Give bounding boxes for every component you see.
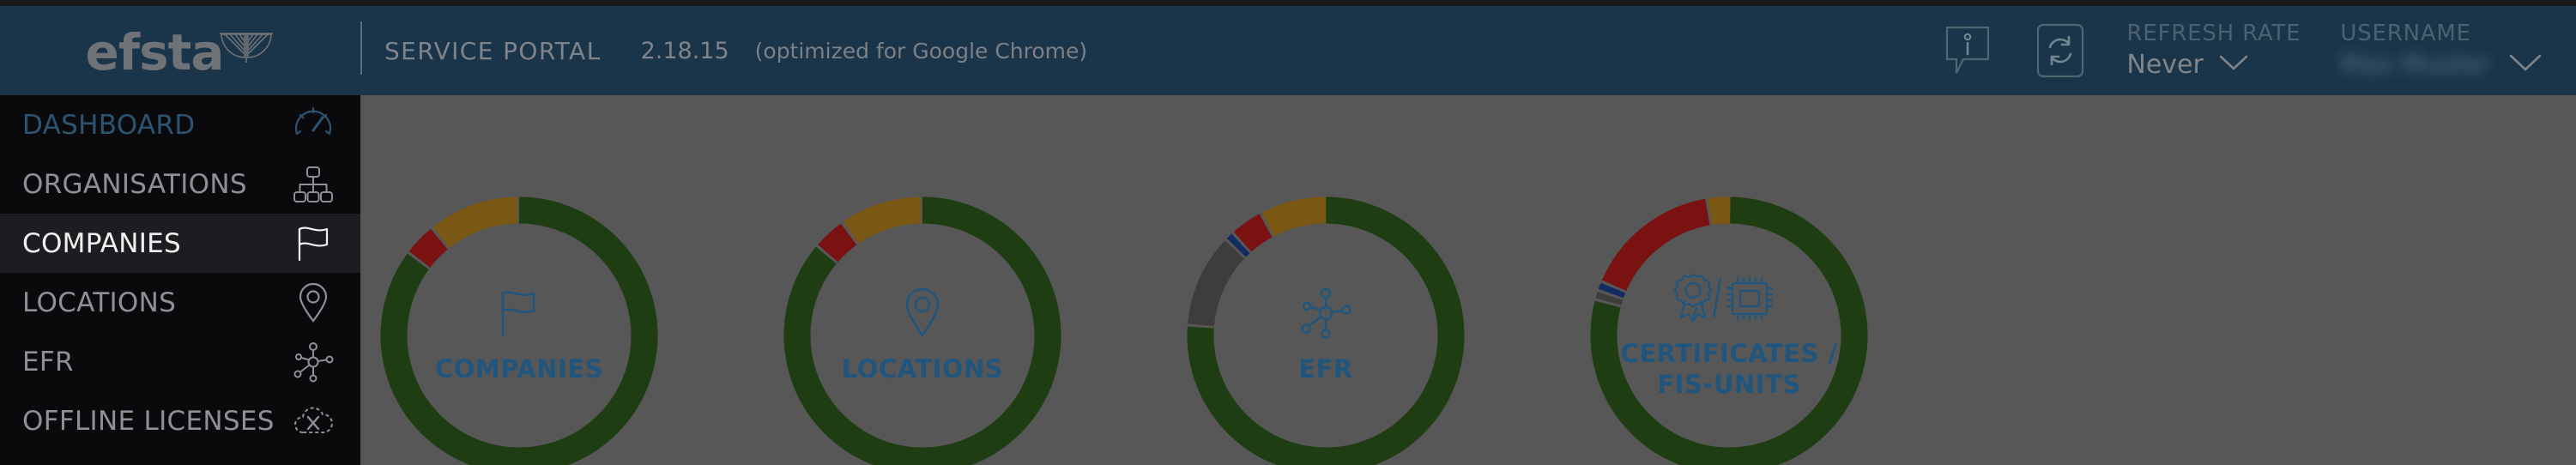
page-title: SERVICE PORTAL <box>384 36 602 65</box>
donut-svg-locations <box>783 196 1061 465</box>
sidebar-item-label: COMPANIES <box>22 227 182 259</box>
app-header: efsta SERVICE PORTAL 2.18.15 (optimized … <box>0 6 2576 95</box>
sidebar-item-label: DASHBOARD <box>22 109 196 141</box>
sidebar-item-companies[interactable]: COMPANIES <box>0 214 360 273</box>
donut-chart-efr[interactable]: EFR <box>1184 194 1467 465</box>
brand-logo[interactable]: efsta <box>0 6 360 95</box>
sidebar-nav: DASHBOARD ORGANISATIONS COMPANIES LOCATI… <box>0 95 360 465</box>
sidebar-item-label: OFFLINE LICENSES <box>22 405 275 437</box>
sidebar-item-locations[interactable]: LOCATIONS <box>0 273 360 332</box>
header-divider <box>360 21 362 75</box>
username-value: Max Muster <box>2340 50 2490 81</box>
cloud-offline-icon <box>292 400 335 443</box>
status-donut-row: COMPANIES LOCATIONS EFR CERTIFICATES / F… <box>360 95 2576 465</box>
refresh-rate-label: REFRESH RATE <box>2126 20 2301 46</box>
sidebar-item-label: ORGANISATIONS <box>22 168 247 200</box>
logo-wordmark: efsta <box>85 23 225 82</box>
network-nodes-icon <box>292 341 335 383</box>
refresh-rate-value: Never <box>2126 50 2204 81</box>
version-label: 2.18.15 <box>640 37 729 64</box>
chevron-down-icon[interactable] <box>2219 54 2248 75</box>
donut-chart-locations[interactable]: LOCATIONS <box>781 194 1064 465</box>
donut-svg-efr <box>1187 196 1465 465</box>
sidebar-item-organisations[interactable]: ORGANISATIONS <box>0 154 360 214</box>
optimized-note: (optimized for Google Chrome) <box>754 38 1088 63</box>
sidebar-item-dashboard[interactable]: DASHBOARD <box>0 95 360 154</box>
gauge-icon <box>292 104 335 147</box>
donut-svg-companies <box>380 196 658 465</box>
dashboard-content: COMPANIES LOCATIONS EFR CERTIFICATES / F… <box>360 95 2576 465</box>
info-bubble-icon[interactable] <box>1941 22 1994 79</box>
username-label: USERNAME <box>2340 20 2471 46</box>
sidebar-item-efr[interactable]: EFR <box>0 332 360 391</box>
donut-svg-certificates <box>1590 196 1868 465</box>
header-title-group: SERVICE PORTAL 2.18.15 (optimized for Go… <box>384 6 1087 95</box>
refresh-sync-icon[interactable] <box>2034 22 2087 79</box>
donut-chart-certificates[interactable]: CERTIFICATES / FIS-UNITS <box>1587 194 1871 465</box>
service-portal-window: efsta SERVICE PORTAL 2.18.15 (optimized … <box>0 0 2576 465</box>
user-menu[interactable]: USERNAME Max Muster <box>2340 17 2542 84</box>
sidebar-item-offline-licenses[interactable]: OFFLINE LICENSES <box>0 391 360 450</box>
chevron-down-icon[interactable] <box>2509 53 2542 76</box>
map-pin-icon <box>292 281 335 324</box>
donut-chart-companies[interactable]: COMPANIES <box>378 194 661 465</box>
refresh-rate-control[interactable]: REFRESH RATE Never <box>2126 17 2301 84</box>
sidebar-item-label: EFR <box>22 346 74 377</box>
header-actions: REFRESH RATE Never USERNAME Max Muster <box>1941 6 2576 95</box>
efsta-fan-logo-icon <box>218 29 275 68</box>
org-chart-icon <box>292 163 335 206</box>
window-top-strip <box>0 0 2576 6</box>
sidebar-item-label: LOCATIONS <box>22 287 177 318</box>
flag-icon <box>292 222 335 265</box>
